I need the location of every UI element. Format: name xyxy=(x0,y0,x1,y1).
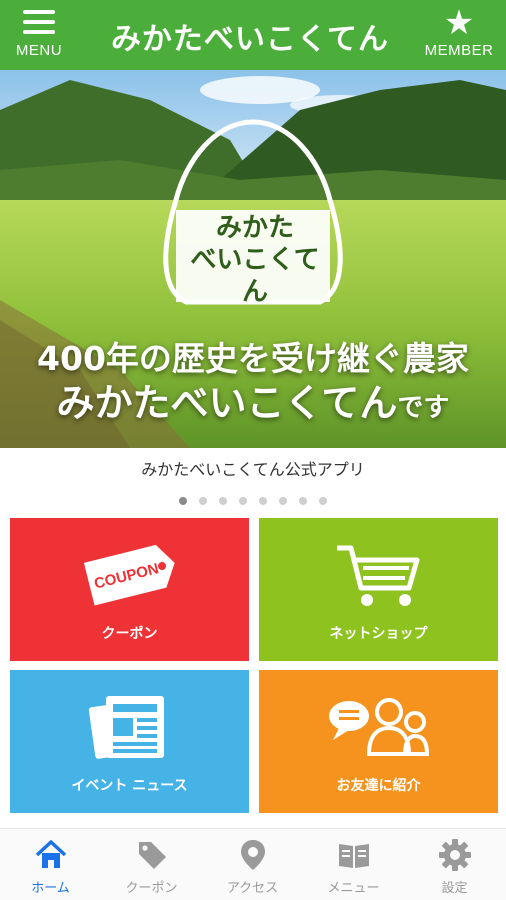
event-news-tile[interactable]: イベント ニュース xyxy=(10,670,249,813)
carousel-dot[interactable] xyxy=(239,497,247,505)
carousel-pagination[interactable] xyxy=(0,490,506,509)
member-label: MEMBER xyxy=(424,42,494,59)
nav-settings-label: 設定 xyxy=(441,881,468,896)
coupon-tag-icon: COUPON xyxy=(83,544,175,606)
hamburger-icon xyxy=(23,10,55,34)
home-icon xyxy=(35,840,66,868)
hero-banner[interactable]: みかた べいこくてん 400年の歴史を受け継ぐ農家 みかたべいこくてんです xyxy=(0,70,506,448)
carousel-dot[interactable] xyxy=(219,497,227,505)
badge-line2: べいこくてん xyxy=(190,245,320,307)
carousel-dot[interactable] xyxy=(259,497,267,505)
star-icon: ★ xyxy=(443,3,475,43)
nav-home-label: ホーム xyxy=(31,881,70,896)
member-button[interactable]: ★ MEMBER xyxy=(420,6,498,64)
bottom-navigation: ホーム クーポン アクセス メニュー 設定 xyxy=(0,828,506,900)
book-icon xyxy=(338,844,369,868)
carousel-dot[interactable] xyxy=(179,497,187,505)
coupon-tile[interactable]: COUPON クーポン xyxy=(10,518,249,661)
carousel-dot[interactable] xyxy=(299,497,307,505)
tag-icon xyxy=(138,842,166,869)
nav-home[interactable]: ホーム xyxy=(0,829,101,900)
carousel-dot[interactable] xyxy=(319,497,327,505)
coupon-tile-label: クーポン xyxy=(101,626,158,642)
onigiri-badge: みかた べいこくてん xyxy=(178,212,332,308)
share-friends-icon xyxy=(329,698,430,756)
menu-button[interactable]: MENU xyxy=(8,6,70,64)
nav-menu-label: メニュー xyxy=(327,881,380,896)
carousel-caption: みかたべいこくてん公式アプリ xyxy=(141,460,365,479)
carousel-dot[interactable] xyxy=(199,497,207,505)
invite-friend-tile-label: お友達に紹介 xyxy=(336,778,421,794)
nav-menu[interactable]: メニュー xyxy=(303,829,404,900)
invite-friend-tile[interactable]: お友達に紹介 xyxy=(259,670,498,813)
hero-headline-2-suffix: です xyxy=(397,393,450,423)
shopping-cart-icon xyxy=(337,545,420,606)
hero-headline-2-main: みかたべいこくてん xyxy=(56,381,398,425)
nav-coupon-label: クーポン xyxy=(125,881,178,896)
nav-coupon[interactable]: クーポン xyxy=(101,829,202,900)
hero-headline-2: みかたべいこくてんです xyxy=(0,372,506,427)
map-pin-icon xyxy=(240,840,265,870)
nav-settings[interactable]: 設定 xyxy=(404,829,505,900)
badge-line1: みかた xyxy=(215,213,294,243)
event-news-tile-label: イベント ニュース xyxy=(71,778,188,794)
menu-label: MENU xyxy=(15,42,63,59)
nav-access[interactable]: アクセス xyxy=(202,829,303,900)
carousel-dot[interactable] xyxy=(279,497,287,505)
newspaper-icon xyxy=(88,696,164,759)
app-header: MENU みかたべいこくてん ★ MEMBER xyxy=(0,0,506,70)
net-shop-tile-label: ネットショップ xyxy=(329,626,428,642)
net-shop-tile[interactable]: ネットショップ xyxy=(259,518,498,661)
nav-access-label: アクセス xyxy=(226,881,279,896)
app-logo: みかたべいこくてん xyxy=(110,22,390,57)
gear-icon xyxy=(438,839,471,871)
